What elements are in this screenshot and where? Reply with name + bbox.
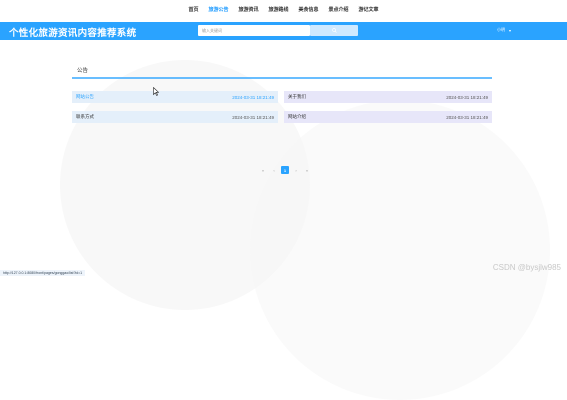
nav-item-news[interactable]: 旅游资讯	[237, 5, 259, 14]
section-divider	[72, 77, 492, 79]
search-input[interactable]: 输入关键词	[198, 25, 310, 36]
nav-item-travelogues[interactable]: 游记文章	[358, 5, 380, 14]
notice-date: 2024-03-31 18:21:49	[446, 94, 488, 100]
page-number-button[interactable]: 1	[281, 166, 289, 174]
search-icon	[331, 28, 337, 33]
notice-item[interactable]: 网站公告 2024-03-31 18:21:49	[72, 91, 278, 103]
prev-page-button[interactable]: ‹	[270, 166, 278, 174]
pagination: « ‹ 1 › »	[259, 166, 311, 174]
section-title: 公告	[77, 68, 89, 74]
nav-item-announcements[interactable]: 旅游公告	[207, 5, 229, 14]
notice-title: 网站介绍	[288, 114, 306, 119]
notice-item[interactable]: 网站介绍 2024-03-31 18:21:49	[284, 111, 492, 123]
nav-item-food[interactable]: 美食信息	[298, 5, 320, 14]
last-page-button[interactable]: »	[303, 166, 311, 174]
notice-title: 网站公告	[76, 94, 94, 99]
notice-date: 2024-03-31 18:21:49	[232, 114, 274, 120]
watermark: CSDN @bysjlw985	[492, 263, 561, 272]
search-button[interactable]	[310, 25, 358, 36]
user-menu[interactable]: 小明 ▾	[497, 27, 511, 33]
background-blob	[250, 100, 550, 400]
user-name: 小明	[497, 27, 505, 32]
notice-title: 联系方式	[76, 114, 94, 119]
top-navigation: 首页 旅游公告 旅游资讯 旅游路线 美食信息 景点介绍 游记文章	[0, 0, 567, 18]
site-title: 个性化旅游资讯内容推荐系统	[9, 28, 137, 39]
first-page-button[interactable]: «	[259, 166, 267, 174]
next-page-button[interactable]: ›	[292, 166, 300, 174]
header-bar: 个性化旅游资讯内容推荐系统 输入关键词 小明 ▾	[0, 22, 567, 40]
mouse-cursor-icon	[153, 87, 159, 96]
notice-date: 2024-03-31 18:21:49	[232, 94, 274, 100]
nav-item-attractions[interactable]: 景点介绍	[328, 5, 350, 14]
notice-item[interactable]: 关于我们 2024-03-31 18:21:49	[284, 91, 492, 103]
nav-item-routes[interactable]: 旅游路线	[267, 5, 289, 14]
chevron-down-icon: ▾	[509, 27, 512, 33]
notice-title: 关于我们	[288, 94, 306, 99]
status-bar-url: http://127.0.0.1:8080/front/pages/gongga…	[0, 270, 86, 276]
notice-date: 2024-03-31 18:21:49	[446, 114, 488, 120]
notice-item[interactable]: 联系方式 2024-03-31 18:21:49	[72, 111, 278, 123]
nav-item-home[interactable]: 首页	[187, 5, 199, 14]
